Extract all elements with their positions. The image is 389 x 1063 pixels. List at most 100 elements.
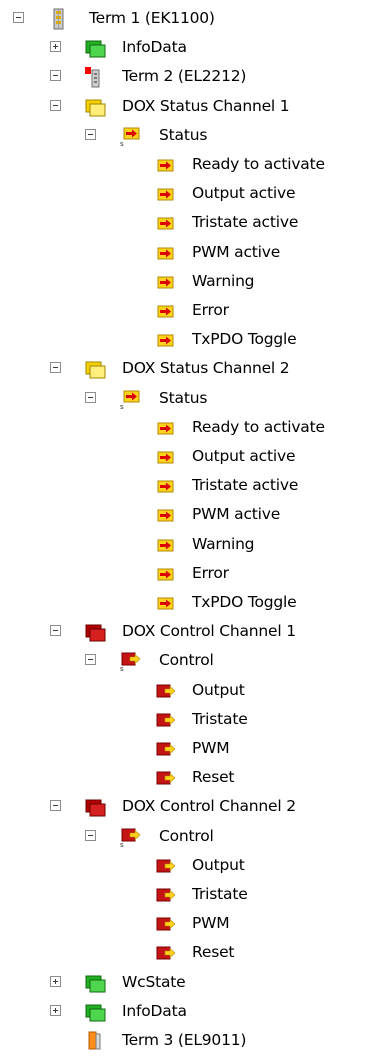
tree-node-label: Ready to activate (192, 417, 325, 436)
tree-node-ds1-output-active[interactable]: Output active (0, 179, 389, 208)
tree-node-dc2-pwm[interactable]: PWM (0, 909, 389, 938)
tree-node-dc1-output[interactable]: Output (0, 676, 389, 705)
tree-node-label: DOX Control Channel 1 (122, 622, 296, 641)
output-var-icon (155, 767, 177, 789)
svg-text:s: s (120, 403, 124, 410)
tree-node-dc1-reset[interactable]: Reset (0, 763, 389, 792)
io-tree-view: Term 1 (EK1100) InfoData Term 2 (EL2212) DO… (0, 0, 389, 1063)
input-var-icon (155, 417, 177, 439)
tree-node-ds1-txpdo-toggle[interactable]: TxPDO Toggle (0, 325, 389, 354)
output-var-group-icon: s (120, 650, 142, 673)
collapse-toggle-icon[interactable] (13, 12, 24, 23)
tree-node-ds2-error[interactable]: Error (0, 559, 389, 588)
tree-node-ds2-pwm-active[interactable]: PWM active (0, 500, 389, 529)
tree-node-dc1-tristate[interactable]: Tristate (0, 705, 389, 734)
tree-node-label: Output (192, 680, 245, 699)
tree-node-label: TxPDO Toggle (192, 593, 297, 611)
tree-node-dox-status-2-status[interactable]: s Status (0, 384, 389, 413)
tree-node-ds1-ready[interactable]: Ready to activate (0, 150, 389, 179)
input-var-icon (155, 154, 177, 176)
collapse-toggle-icon[interactable] (50, 625, 61, 637)
tree-node-dc2-reset[interactable]: Reset (0, 938, 389, 967)
expand-toggle-icon[interactable] (50, 1004, 61, 1016)
tree-node-label: DOX Status Channel 1 (122, 96, 290, 115)
tree-node-term1-infodata[interactable]: InfoData (0, 33, 389, 62)
tree-node-ds2-txpdo-toggle[interactable]: TxPDO Toggle (0, 588, 389, 617)
input-var-icon (155, 242, 177, 264)
collapse-toggle-icon[interactable] (85, 128, 96, 140)
collapse-toggle-icon[interactable] (85, 654, 96, 666)
tree-node-dox-control-1[interactable]: DOX Control Channel 1 (0, 617, 389, 646)
red-folder-icon (84, 796, 106, 818)
green-folder-icon (84, 37, 106, 59)
tree-node-term2-infodata[interactable]: InfoData (0, 997, 389, 1026)
tree-node-ds1-warning[interactable]: Warning (0, 267, 389, 296)
input-var-icon (155, 271, 177, 293)
tree-node-ds1-pwm-active[interactable]: PWM active (0, 238, 389, 267)
tree-node-ds2-ready[interactable]: Ready to activate (0, 413, 389, 442)
input-var-icon (155, 563, 177, 585)
input-var-group-icon: s (120, 125, 142, 148)
tree-node-label: PWM active (192, 242, 281, 261)
tree-node-dox-status-2[interactable]: DOX Status Channel 2 (0, 354, 389, 383)
tree-node-label: PWM (192, 914, 230, 933)
tree-node-ds1-error[interactable]: Error (0, 296, 389, 325)
tree-node-term1[interactable]: Term 1 (EK1100) (0, 4, 389, 33)
tree-node-dox-control-2-control[interactable]: s Control (0, 822, 389, 851)
output-var-icon (155, 913, 177, 935)
tree-node-label: DOX Control Channel 2 (122, 797, 296, 816)
input-var-icon (155, 475, 177, 497)
input-var-icon (155, 300, 177, 322)
tree-node-ds2-tristate-active[interactable]: Tristate active (0, 471, 389, 500)
collapse-toggle-icon[interactable] (85, 391, 96, 403)
collapse-toggle-icon[interactable] (50, 800, 61, 812)
tree-node-label: InfoData (122, 38, 187, 57)
input-var-icon (155, 183, 177, 205)
tree-node-dox-control-1-control[interactable]: s Control (0, 646, 389, 675)
svg-text:s: s (120, 140, 124, 147)
tree-node-label: PWM (192, 739, 230, 757)
tree-node-label: Error (192, 301, 229, 319)
tree-node-dc1-pwm[interactable]: PWM (0, 734, 389, 763)
end-terminal-orange-icon (84, 1030, 106, 1052)
tree-node-label: PWM active (192, 505, 281, 524)
output-var-group-icon: s (120, 826, 142, 849)
input-var-icon (155, 212, 177, 234)
tree-node-label: TxPDO Toggle (192, 330, 297, 349)
expand-toggle-icon[interactable] (50, 975, 61, 987)
green-folder-icon (84, 1001, 106, 1023)
tree-node-dox-status-1[interactable]: DOX Status Channel 1 (0, 92, 389, 121)
input-var-icon (155, 592, 177, 614)
green-folder-icon (84, 972, 106, 994)
tree-node-term2-wcstate[interactable]: WcState (0, 968, 389, 997)
collapse-toggle-icon[interactable] (50, 99, 61, 111)
tree-node-ds2-warning[interactable]: Warning (0, 530, 389, 559)
input-var-icon (155, 329, 177, 351)
tree-node-dc2-tristate[interactable]: Tristate (0, 880, 389, 909)
tree-node-term2[interactable]: Term 2 (EL2212) (0, 62, 389, 91)
collapse-toggle-icon[interactable] (85, 829, 96, 841)
terminal-red-icon (84, 66, 106, 88)
tree-node-dox-status-1-status[interactable]: s Status (0, 121, 389, 150)
tree-node-dox-control-2[interactable]: DOX Control Channel 2 (0, 792, 389, 821)
tree-node-label: Tristate active (192, 476, 299, 495)
tree-node-term3[interactable]: Term 3 (EL9011) (0, 1026, 389, 1055)
yellow-folder-icon (84, 358, 106, 380)
svg-text:s: s (120, 665, 124, 672)
red-folder-icon (84, 621, 106, 643)
output-var-icon (155, 709, 177, 731)
input-var-icon (155, 446, 177, 468)
tree-node-label: Term 2 (EL2212) (122, 67, 247, 86)
tree-node-label: Ready to activate (192, 155, 325, 173)
tree-node-ds1-tristate-active[interactable]: Tristate active (0, 208, 389, 237)
tree-node-dc2-output[interactable]: Output (0, 851, 389, 880)
tree-node-label: Term 1 (EK1100) (89, 9, 215, 27)
tree-node-label: Warning (192, 534, 255, 553)
yellow-folder-icon (84, 96, 106, 118)
tree-node-ds2-output-active[interactable]: Output active (0, 442, 389, 471)
collapse-toggle-icon[interactable] (50, 70, 61, 82)
tree-node-label: Tristate (192, 885, 248, 903)
collapse-toggle-icon[interactable] (50, 362, 61, 374)
output-var-icon (155, 738, 177, 760)
expand-toggle-icon[interactable] (50, 41, 61, 53)
